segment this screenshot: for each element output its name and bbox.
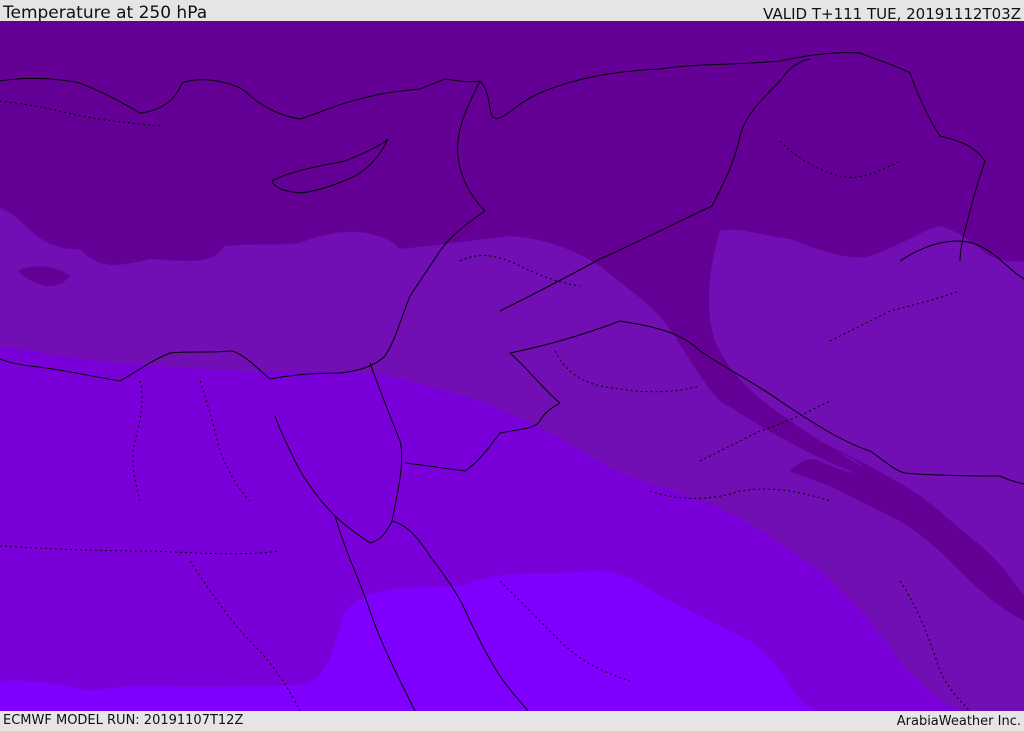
bottom-bar: ECMWF MODEL RUN: 20191107T12Z ArabiaWeat… [0,711,1024,729]
map-title: Temperature at 250 hPa [3,3,208,23]
map-canvas [0,21,1024,711]
model-run: ECMWF MODEL RUN: 20191107T12Z [3,713,244,728]
credit: ArabiaWeather Inc. [896,714,1021,729]
map-panel[interactable] [0,21,1024,711]
top-bar: Temperature at 250 hPa VALID T+111 TUE, … [0,0,1024,23]
